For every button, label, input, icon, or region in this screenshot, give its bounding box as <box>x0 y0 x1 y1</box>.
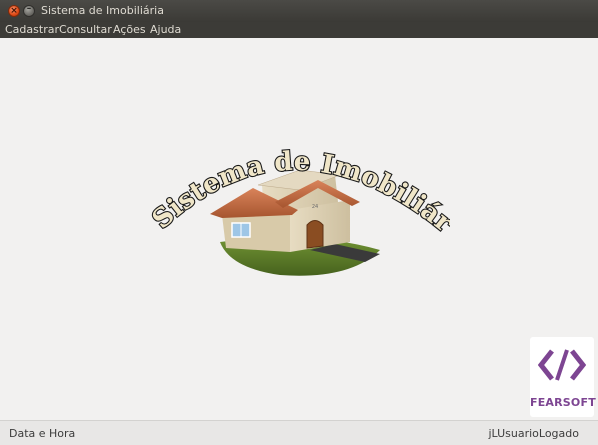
logged-user-label: jLUsuarioLogado <box>488 427 579 440</box>
menu-ajuda[interactable]: Ajuda <box>150 23 181 37</box>
brand-logo: FEARSOFT <box>530 337 596 417</box>
window-title: Sistema de Imobiliária <box>41 4 164 17</box>
datetime-label: Data e Hora <box>9 427 76 440</box>
close-icon: × <box>10 6 18 16</box>
minimize-icon: – <box>26 4 32 14</box>
title-bar[interactable]: × – Sistema de Imobiliária <box>0 0 598 22</box>
status-bar: Data e Hora jLUsuarioLogado <box>0 420 598 445</box>
app-window: × – Sistema de Imobiliária Cadastrar Con… <box>0 0 598 445</box>
menu-consultar[interactable]: Consultar <box>59 23 112 37</box>
brand-name: FEARSOFT <box>530 396 596 409</box>
main-content: 24 Sistema de Imobiliária FEARSOFT <box>0 38 598 420</box>
menu-cadastrar[interactable]: Cadastrar <box>5 23 59 37</box>
menu-acoes[interactable]: Ações <box>113 23 146 37</box>
system-logo: 24 Sistema de Imobiliária <box>150 130 450 276</box>
minimize-button[interactable]: – <box>23 4 35 17</box>
close-button[interactable]: × <box>8 5 20 17</box>
code-brackets-icon <box>538 349 586 381</box>
menu-bar: Cadastrar Consultar Ações Ajuda <box>0 22 598 38</box>
house-number: 24 <box>312 204 318 210</box>
